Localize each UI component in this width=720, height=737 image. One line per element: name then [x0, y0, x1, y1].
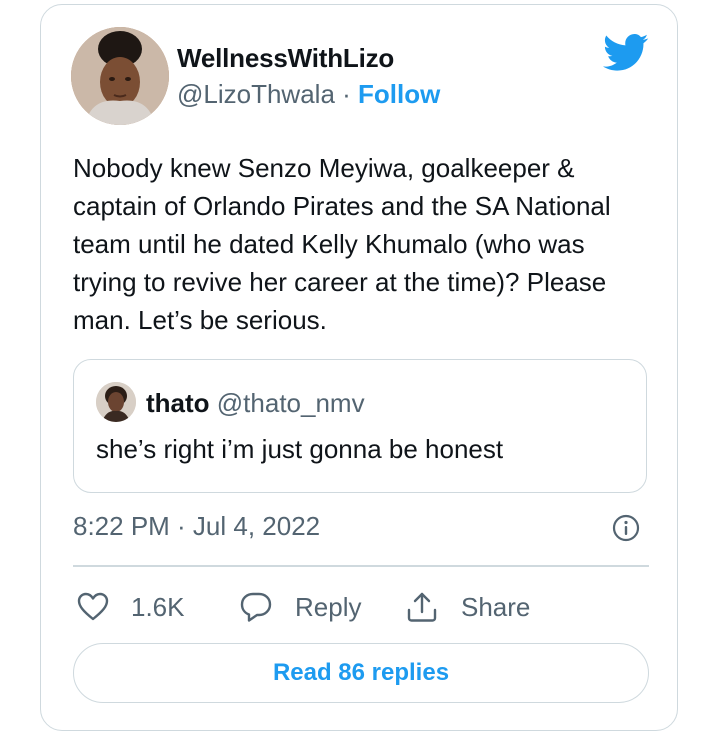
- author-handle-row: @LizoThwala · Follow: [177, 79, 440, 110]
- like-count: 1.6K: [131, 591, 185, 622]
- quoted-header: thato @thato_nmv: [146, 388, 365, 419]
- author-display-name[interactable]: WellnessWithLizo: [177, 43, 394, 74]
- tweet-text: Nobody knew Senzo Meyiwa, goalkeeper & c…: [73, 153, 611, 335]
- reply-button[interactable]: Reply: [239, 587, 361, 627]
- quoted-tweet-text: she’s right i’m just gonna be honest: [96, 434, 504, 464]
- share-button[interactable]: Share: [405, 587, 530, 627]
- speech-bubble-icon: [240, 592, 272, 622]
- embedded-tweet-card: WellnessWithLizo @LizoThwala · Follow No…: [40, 4, 678, 731]
- author-avatar[interactable]: [71, 27, 169, 125]
- author-handle[interactable]: @LizoThwala: [177, 79, 335, 109]
- handle-separator: ·: [342, 79, 351, 109]
- info-icon[interactable]: [611, 513, 641, 543]
- share-label: Share: [461, 591, 531, 622]
- like-button[interactable]: 1.6K: [77, 587, 185, 627]
- tweet-timestamp[interactable]: 8:22 PM · Jul 4, 2022: [73, 511, 320, 542]
- follow-button[interactable]: Follow: [358, 79, 440, 109]
- share-upload-icon: [407, 592, 437, 622]
- quoted-tweet[interactable]: thato @thato_nmv she’s right i’m just go…: [73, 359, 647, 493]
- twitter-bird-icon[interactable]: [603, 33, 649, 73]
- quoted-author-avatar[interactable]: [96, 382, 136, 422]
- read-replies-button[interactable]: Read 86 replies: [73, 643, 649, 703]
- heart-icon: [77, 592, 109, 621]
- quoted-handle[interactable]: @thato_nmv: [217, 388, 365, 418]
- divider: [73, 565, 649, 567]
- quoted-display-name[interactable]: thato: [146, 388, 210, 418]
- reply-label: Reply: [295, 591, 362, 622]
